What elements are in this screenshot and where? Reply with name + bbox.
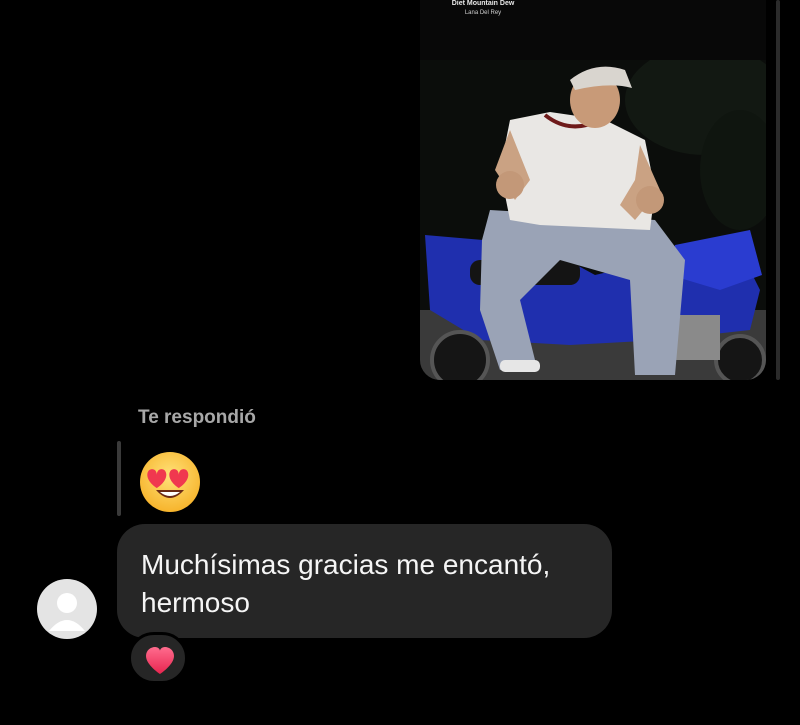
shoe (500, 360, 540, 372)
avatar[interactable] (37, 579, 97, 639)
story-photo[interactable] (420, 60, 766, 380)
reply-label: Te respondió (138, 407, 256, 428)
message-text-line1: Muchísimas gracias me encantó, (141, 549, 551, 580)
heart-eyes-emoji-icon[interactable] (138, 450, 202, 514)
message-bubble[interactable]: Muchísimas gracias me encantó, hermoso (117, 524, 612, 638)
heart-reaction-icon (146, 647, 174, 674)
reply-quote-bar (117, 441, 121, 516)
motorcycle-wheel (430, 330, 490, 380)
scrollbar[interactable] (776, 0, 780, 380)
story-card[interactable]: Diet Mountain Dew Lana Del Rey (420, 0, 766, 380)
default-avatar-icon (49, 593, 85, 631)
left-hand (496, 171, 524, 199)
song-title: Diet Mountain Dew (451, 0, 515, 7)
song-artist: Lana Del Rey (464, 10, 502, 16)
message-text-line2: hermoso (141, 587, 250, 618)
motorcycle-wheel (714, 334, 766, 380)
reaction-pill[interactable] (128, 632, 188, 684)
right-hand (636, 186, 664, 214)
